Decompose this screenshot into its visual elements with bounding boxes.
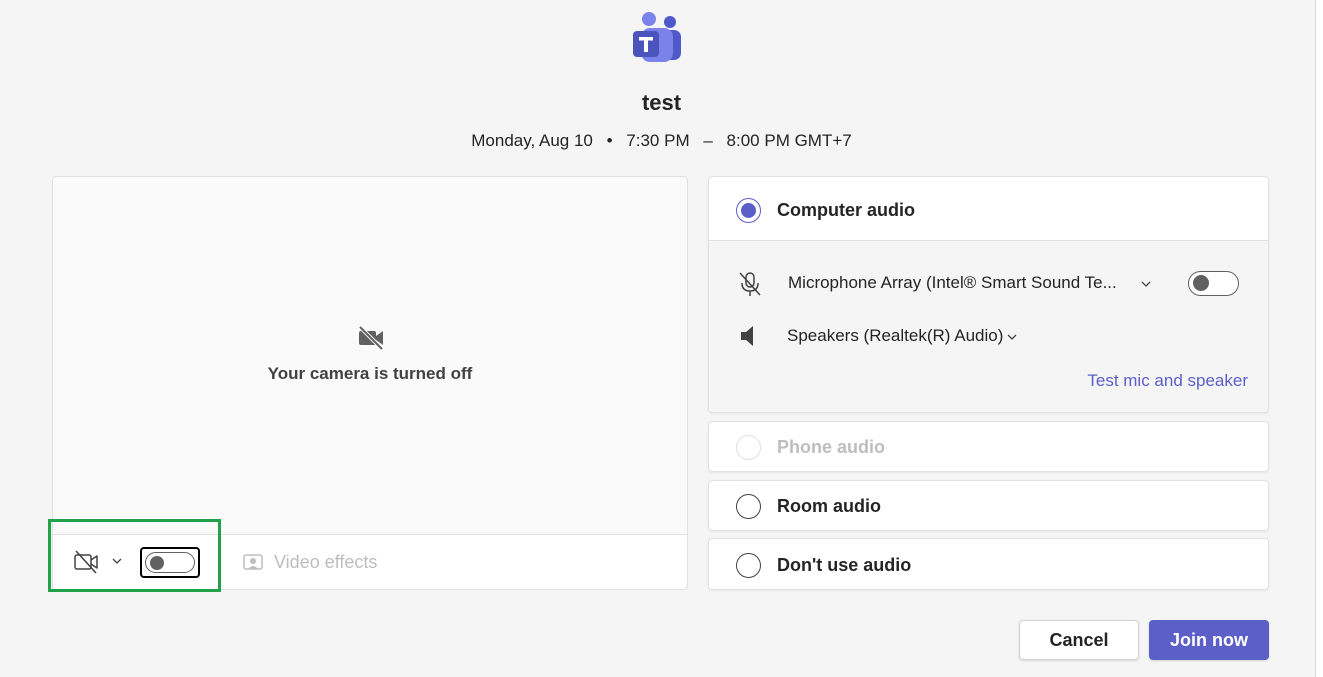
microphone-select[interactable]: Microphone Array (Intel® Smart Sound Te.…	[788, 273, 1117, 293]
camera-off-icon[interactable]	[72, 548, 100, 576]
bullet-separator: •	[606, 131, 613, 150]
mic-off-icon[interactable]	[737, 270, 763, 298]
cancel-button[interactable]: Cancel	[1019, 620, 1139, 660]
dash-separator: –	[703, 131, 713, 150]
phone-audio-option[interactable]: Phone audio	[736, 434, 885, 460]
meeting-start-time: 7:30 PM	[626, 131, 690, 150]
chevron-down-icon[interactable]	[1006, 331, 1018, 343]
camera-off-message: Your camera is turned off	[267, 364, 473, 383]
meeting-title: test	[641, 90, 682, 115]
video-effects-icon	[243, 554, 263, 570]
camera-off-icon	[358, 325, 384, 351]
no-audio-label: Don't use audio	[777, 554, 912, 575]
computer-audio-label: Computer audio	[777, 199, 915, 220]
phone-audio-card[interactable]: Phone audio	[708, 421, 1269, 472]
microphone-toggle[interactable]	[1188, 271, 1239, 296]
join-now-button[interactable]: Join now	[1149, 620, 1269, 660]
video-effects-label: Video effects	[274, 551, 378, 572]
no-audio-radio[interactable]	[736, 552, 761, 578]
room-audio-option[interactable]: Room audio	[736, 493, 881, 519]
no-audio-card[interactable]: Don't use audio	[708, 538, 1269, 590]
no-audio-option[interactable]: Don't use audio	[736, 552, 911, 578]
speaker-select[interactable]: Speakers (Realtek(R) Audio)	[787, 326, 1003, 346]
room-audio-card[interactable]: Room audio	[708, 480, 1269, 531]
audio-device-settings: Microphone Array (Intel® Smart Sound Te.…	[709, 240, 1268, 412]
meeting-end-time: 8:00 PM GMT+7	[726, 131, 852, 150]
phone-audio-radio[interactable]	[736, 434, 761, 460]
camera-toggle-knob	[150, 556, 164, 570]
computer-audio-option[interactable]: Computer audio	[736, 197, 915, 223]
microphone-toggle-knob	[1193, 275, 1209, 291]
meeting-date: Monday, Aug 10	[471, 131, 593, 150]
camera-toggle[interactable]	[140, 547, 200, 578]
speaker-icon[interactable]	[737, 323, 763, 349]
room-audio-label: Room audio	[777, 495, 881, 516]
teams-logo-icon	[633, 12, 681, 62]
room-audio-radio[interactable]	[736, 493, 761, 519]
chevron-down-icon[interactable]	[111, 555, 123, 567]
meeting-time: Monday, Aug 10 • 7:30 PM – 8:00 PM GMT+7	[0, 131, 1323, 151]
computer-audio-card: Computer audio Microphone Array (Intel® …	[708, 176, 1269, 413]
test-mic-speaker-link[interactable]: Test mic and speaker	[1087, 371, 1248, 391]
phone-audio-label: Phone audio	[777, 436, 885, 457]
computer-audio-radio[interactable]	[736, 197, 761, 223]
video-effects-button[interactable]: Video effects	[242, 549, 377, 575]
camera-toggle-track	[145, 552, 195, 573]
chevron-down-icon[interactable]	[1140, 278, 1152, 290]
